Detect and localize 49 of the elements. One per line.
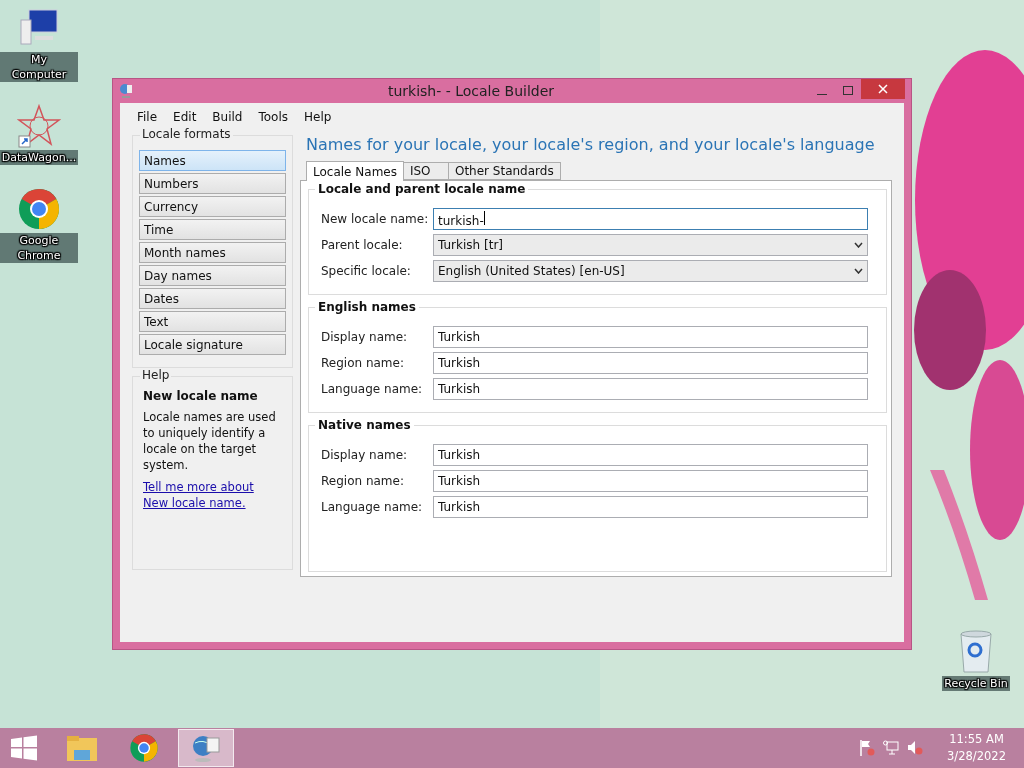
format-button[interactable]: Names [139, 150, 286, 171]
tab[interactable]: ISO [402, 162, 449, 180]
input-field[interactable]: Turkish [433, 326, 868, 348]
group-title: Locale formats [140, 127, 233, 141]
menu-item[interactable]: Edit [166, 108, 204, 126]
field-label: Region name: [321, 474, 405, 488]
field-label: New locale name: [321, 212, 430, 226]
desktop-icon-label: Recycle Bin [942, 676, 1010, 691]
format-button[interactable]: Locale signature [139, 334, 286, 355]
format-button[interactable]: Time [139, 219, 286, 240]
input-field[interactable]: turkish- [433, 208, 868, 230]
page-heading: Names for your locale, your locale's region, and your locale's language [305, 135, 876, 156]
help-text: Locale names are used to uniquely identify a locale on the target system. [143, 409, 277, 473]
dropdown[interactable]: English (United States) [en-US] [433, 260, 868, 282]
tab[interactable]: Other Standards [447, 162, 561, 180]
input-field[interactable]: Turkish [433, 470, 868, 492]
input-field[interactable]: Turkish [433, 496, 868, 518]
tab[interactable]: Locale Names [306, 161, 404, 181]
format-button[interactable]: Text [139, 311, 286, 332]
field-label: Language name: [321, 500, 424, 514]
window-title: turkish- - Locale Builder [386, 83, 556, 99]
field-label: Specific locale: [321, 264, 412, 278]
group-title: English names [315, 300, 419, 314]
field-label: Region name: [321, 356, 405, 370]
format-button[interactable]: Day names [139, 265, 286, 286]
field-label: Display name: [321, 448, 409, 462]
group-title: Help [140, 368, 172, 382]
dropdown[interactable]: Turkish [tr] [433, 234, 868, 256]
menu-item[interactable]: File [130, 108, 165, 126]
format-button[interactable]: Dates [139, 288, 286, 309]
format-button[interactable]: Numbers [139, 173, 286, 194]
group-title: Native names [315, 418, 414, 432]
group-title: Locale and parent locale name [315, 182, 529, 196]
field-label: Parent locale: [321, 238, 404, 252]
help-heading: New locale name [143, 389, 259, 403]
field-label: Language name: [321, 382, 424, 396]
desktop-icon-label: Google Chrome [0, 233, 78, 263]
field-label: Display name: [321, 330, 409, 344]
desktop-icon-label: DataWagon... [0, 150, 79, 165]
input-field[interactable]: Turkish [433, 352, 868, 374]
desktop-icon-label: My Computer [0, 52, 78, 82]
menu-item[interactable]: Build [205, 108, 250, 126]
format-button[interactable]: Currency [139, 196, 286, 217]
help-link[interactable]: Tell me more about New locale name. [143, 479, 282, 511]
input-field[interactable]: Turkish [433, 444, 868, 466]
menu-item[interactable]: Help [297, 108, 339, 126]
menu-item[interactable]: Tools [251, 108, 296, 126]
format-button[interactable]: Month names [139, 242, 286, 263]
input-field[interactable]: Turkish [433, 378, 868, 400]
